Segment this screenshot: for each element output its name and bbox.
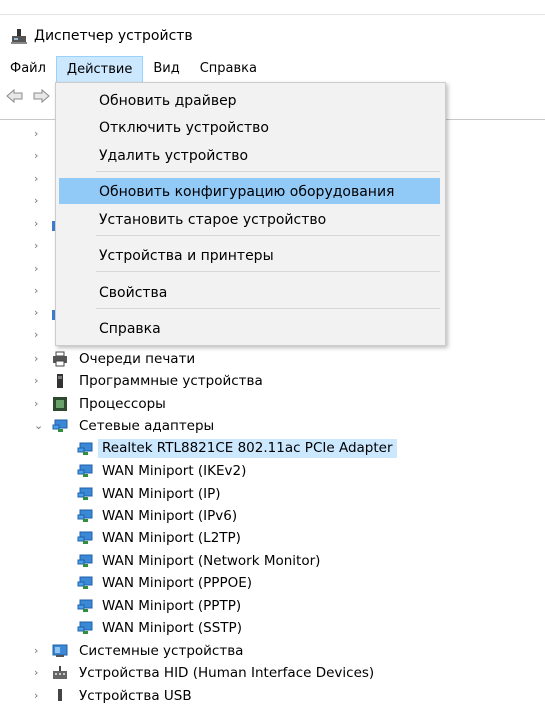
network-adapter-icon — [77, 487, 93, 500]
chevron-right-icon[interactable]: › — [34, 395, 44, 413]
menu-item-help[interactable]: Справка — [59, 315, 440, 341]
chevron-down-icon[interactable]: ⌄ — [34, 417, 44, 435]
network-adapter-icon — [52, 419, 68, 432]
menu-item-add-legacy-hardware[interactable]: Установить старое устройство — [59, 206, 440, 232]
menu-bar: Файл Действие Вид Справка — [0, 56, 545, 82]
system-devices-icon — [52, 644, 68, 657]
menu-separator — [96, 171, 440, 172]
tree-row-print-queues[interactable]: › Очереди печати — [0, 348, 545, 370]
action-dropdown-menu: Обновить драйвер Отключить устройство Уд… — [55, 82, 446, 346]
tree-row-adapter[interactable]: WAN Miniport (SSTP) — [0, 617, 545, 639]
tree-label: WAN Miniport (PPTP) — [102, 598, 242, 614]
tree-row-adapter[interactable]: WAN Miniport (L2TP) — [0, 527, 545, 549]
tree-row-software-devices[interactable]: › Программные устройства — [0, 370, 545, 392]
top-divider — [0, 14, 545, 15]
tree-label: WAN Miniport (SSTP) — [102, 620, 242, 636]
window-title: Диспетчер устройств — [34, 28, 193, 44]
tree-row-network-adapters[interactable]: ⌄ Сетевые адаптеры — [0, 415, 545, 437]
tree-label: Устройства USB — [79, 688, 192, 704]
title-bar: Диспетчер устройств — [10, 24, 193, 48]
tree-label: Системные устройства — [79, 643, 244, 659]
tree-label: WAN Miniport (PPPOE) — [102, 575, 253, 591]
tree-row-adapter[interactable]: WAN Miniport (IPv6) — [0, 505, 545, 527]
menu-separator — [96, 235, 440, 236]
usb-icon — [58, 689, 62, 701]
menu-item-properties[interactable]: Свойства — [59, 279, 440, 305]
tree-label: Устройства HID (Human Interface Devices) — [79, 665, 375, 681]
network-adapter-icon — [77, 576, 93, 589]
network-adapter-icon — [77, 554, 93, 567]
menu-action[interactable]: Действие — [55, 56, 144, 82]
tree-row-adapter[interactable]: WAN Miniport (IP) — [0, 483, 545, 505]
chevron-right-icon[interactable]: › — [34, 687, 44, 705]
menu-help[interactable]: Справка — [190, 56, 267, 82]
network-adapter-icon — [77, 599, 93, 612]
tree-label: Очереди печати — [79, 351, 196, 367]
tree-label: WAN Miniport (IKEv2) — [102, 463, 247, 479]
back-arrow-icon[interactable] — [6, 88, 24, 104]
software-device-icon — [57, 374, 63, 388]
network-adapter-icon — [77, 621, 93, 634]
tree-label: WAN Miniport (IP) — [102, 486, 221, 502]
tree-row-adapter[interactable]: Realtek RTL8821CE 802.11ac PCIe Adapter — [0, 438, 545, 460]
tree-row-adapter[interactable]: WAN Miniport (IKEv2) — [0, 460, 545, 482]
tree-label: WAN Miniport (L2TP) — [102, 530, 241, 546]
tree-row-adapter[interactable]: WAN Miniport (PPTP) — [0, 595, 545, 617]
tree-label: Программные устройства — [79, 373, 263, 389]
network-adapter-icon — [77, 442, 93, 455]
tree-row-hid-devices[interactable]: › Устройства HID (Human Interface Device… — [0, 662, 545, 684]
network-adapter-icon — [77, 509, 93, 522]
network-adapter-icon — [77, 531, 93, 544]
tree-label: Realtek RTL8821CE 802.11ac PCIe Adapter — [98, 439, 397, 458]
menu-item-disable-device[interactable]: Отключить устройство — [59, 114, 440, 140]
chevron-right-icon[interactable]: › — [34, 642, 44, 660]
tree-row-usb-devices[interactable]: › Устройства USB — [0, 685, 545, 707]
chevron-right-icon[interactable]: › — [34, 664, 44, 682]
tree-row-processors[interactable]: › Процессоры — [0, 393, 545, 415]
tree-label: WAN Miniport (IPv6) — [102, 508, 238, 524]
forward-arrow-icon[interactable] — [32, 88, 50, 104]
menu-file[interactable]: Файл — [0, 56, 56, 82]
menu-item-devices-and-printers[interactable]: Устройства и принтеры — [59, 242, 440, 268]
menu-item-scan-hardware-changes[interactable]: Обновить конфигурацию оборудования — [59, 178, 440, 204]
tree-row-adapter[interactable]: WAN Miniport (PPPOE) — [0, 572, 545, 594]
tree-row-system-devices[interactable]: › Системные устройства — [0, 640, 545, 662]
processor-icon — [53, 397, 67, 411]
hid-keyboard-icon — [53, 666, 67, 679]
printer-icon — [53, 351, 67, 367]
tree-row-adapter[interactable]: WAN Miniport (Network Monitor) — [0, 550, 545, 572]
tree-label: Сетевые адаптеры — [79, 418, 215, 434]
chevron-right-icon[interactable]: › — [34, 372, 44, 390]
menu-separator — [96, 308, 440, 309]
chevron-right-icon[interactable]: › — [34, 350, 44, 368]
menu-separator — [96, 271, 440, 272]
menu-view[interactable]: Вид — [143, 56, 189, 82]
tree-label: WAN Miniport (Network Monitor) — [102, 553, 321, 569]
menu-item-uninstall-device[interactable]: Удалить устройство — [59, 142, 440, 168]
network-adapter-icon — [77, 464, 93, 477]
menu-item-update-driver[interactable]: Обновить драйвер — [59, 87, 440, 113]
device-manager-icon — [11, 29, 27, 44]
tree-label: Процессоры — [79, 396, 166, 412]
